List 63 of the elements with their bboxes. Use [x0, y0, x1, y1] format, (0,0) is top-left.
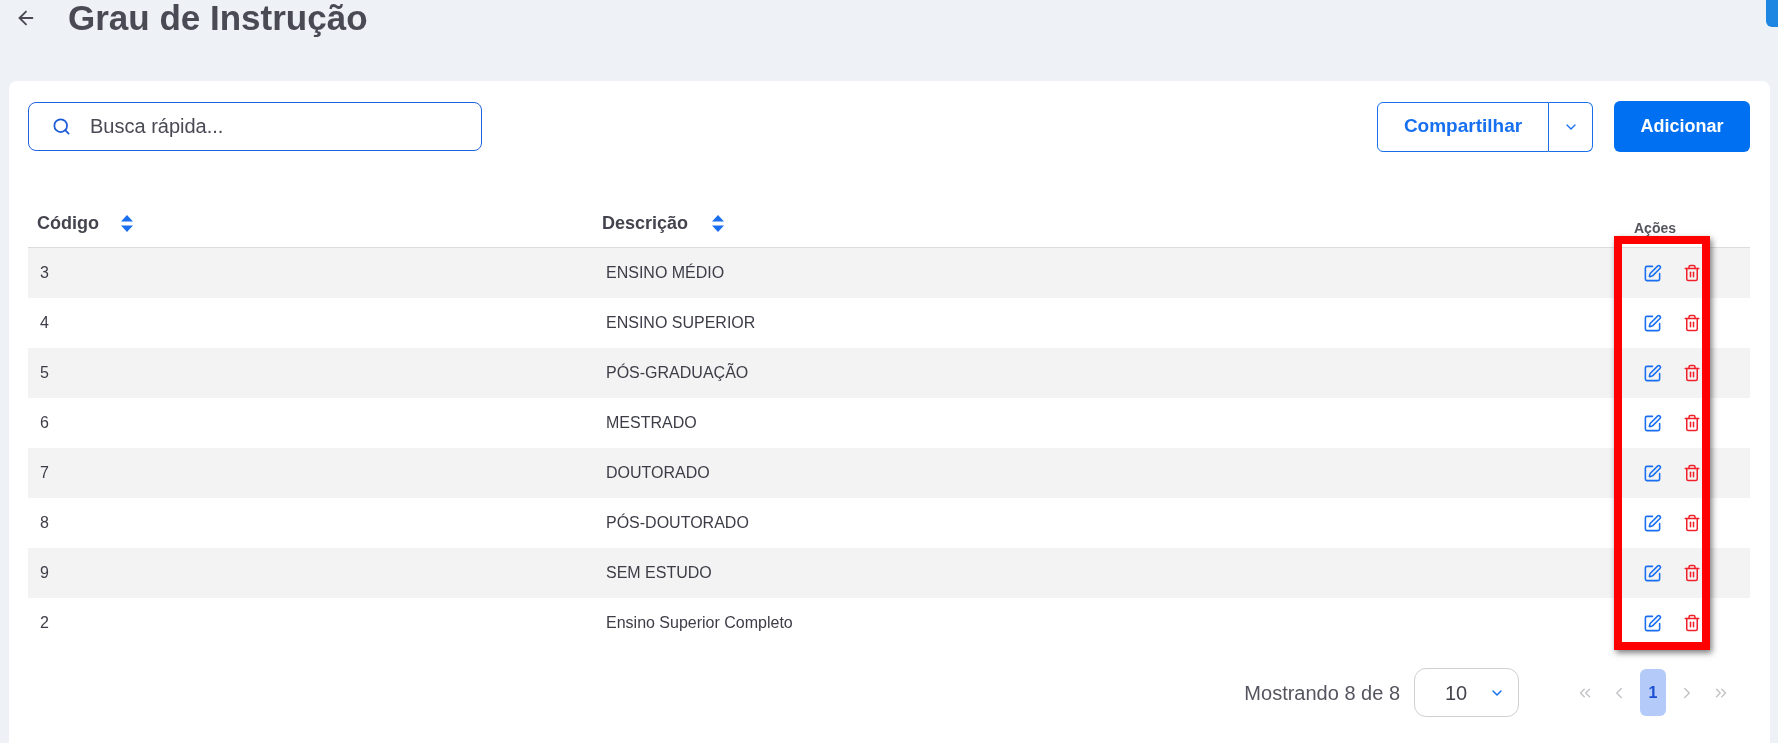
- table-cell: PÓS-GRADUAÇÃO: [606, 364, 749, 381]
- table-cell: 8: [40, 514, 49, 531]
- table-cell: SEM ESTUDO: [606, 564, 712, 581]
- edit-icon: [1643, 313, 1662, 333]
- table-cell: ENSINO MÉDIO: [606, 264, 725, 281]
- trash-icon: [1683, 464, 1701, 482]
- trash-icon: [1683, 314, 1701, 332]
- edit-button[interactable]: [1643, 563, 1662, 583]
- table-cell: DOUTORADO: [606, 464, 710, 481]
- delete-button[interactable]: [1683, 363, 1701, 383]
- delete-button[interactable]: [1683, 513, 1701, 533]
- table-cell: 3: [40, 264, 49, 281]
- add-button[interactable]: Adicionar: [1614, 101, 1750, 152]
- delete-button[interactable]: [1683, 413, 1701, 433]
- table-cell: PÓS-DOUTORADO: [606, 514, 749, 531]
- trash-icon: [1683, 514, 1701, 532]
- edit-button[interactable]: [1643, 363, 1662, 383]
- table-cell: Ensino Superior Completo: [606, 614, 793, 631]
- delete-button[interactable]: [1683, 613, 1701, 633]
- share-dropdown-button[interactable]: [1549, 101, 1593, 152]
- page-button[interactable]: 1: [1640, 669, 1666, 716]
- pagination-summary: Mostrando 8 de 8: [1244, 680, 1400, 706]
- column-header: Descrição: [602, 211, 689, 235]
- floating-tab[interactable]: [1766, 0, 1778, 27]
- table-cell: ENSINO SUPERIOR: [606, 314, 756, 331]
- trash-icon: [1683, 564, 1701, 582]
- edit-icon: [1643, 563, 1662, 583]
- edit-icon: [1643, 513, 1662, 533]
- edit-icon: [1643, 463, 1662, 483]
- delete-button[interactable]: [1683, 313, 1701, 333]
- trash-icon: [1683, 264, 1701, 282]
- search-field[interactable]: Busca rápida...: [28, 102, 482, 151]
- trash-icon: [1683, 414, 1701, 432]
- column-header: Ações: [1634, 220, 1677, 237]
- sort-icon[interactable]: [712, 214, 725, 232]
- trash-icon: [1683, 614, 1701, 632]
- delete-button[interactable]: [1683, 263, 1701, 283]
- edit-icon: [1643, 613, 1662, 633]
- table-cell: 6: [40, 414, 49, 431]
- delete-button[interactable]: [1683, 563, 1701, 583]
- table-cell: 7: [40, 464, 49, 481]
- edit-button[interactable]: [1643, 313, 1662, 333]
- share-button[interactable]: Compartilhar: [1377, 101, 1549, 152]
- edit-button[interactable]: [1643, 413, 1662, 433]
- edit-icon: [1643, 363, 1662, 383]
- delete-button[interactable]: [1683, 463, 1701, 483]
- edit-button[interactable]: [1643, 613, 1662, 633]
- table-cell: 9: [40, 564, 49, 581]
- edit-icon: [1643, 413, 1662, 433]
- table-cell: MESTRADO: [606, 414, 697, 431]
- table-cell: 4: [40, 314, 49, 331]
- page-size-select[interactable]: 10: [1414, 668, 1519, 717]
- edit-icon: [1643, 263, 1662, 283]
- page-title: Grau de Instrução: [68, 0, 368, 37]
- table-cell: 2: [40, 614, 49, 631]
- edit-button[interactable]: [1643, 263, 1662, 283]
- trash-icon: [1683, 364, 1701, 382]
- column-header: Código: [37, 211, 99, 235]
- search-icon: [52, 117, 71, 136]
- sort-icon[interactable]: [121, 214, 133, 232]
- edit-button[interactable]: [1643, 513, 1662, 533]
- table-cell: 5: [40, 364, 49, 381]
- edit-button[interactable]: [1643, 463, 1662, 483]
